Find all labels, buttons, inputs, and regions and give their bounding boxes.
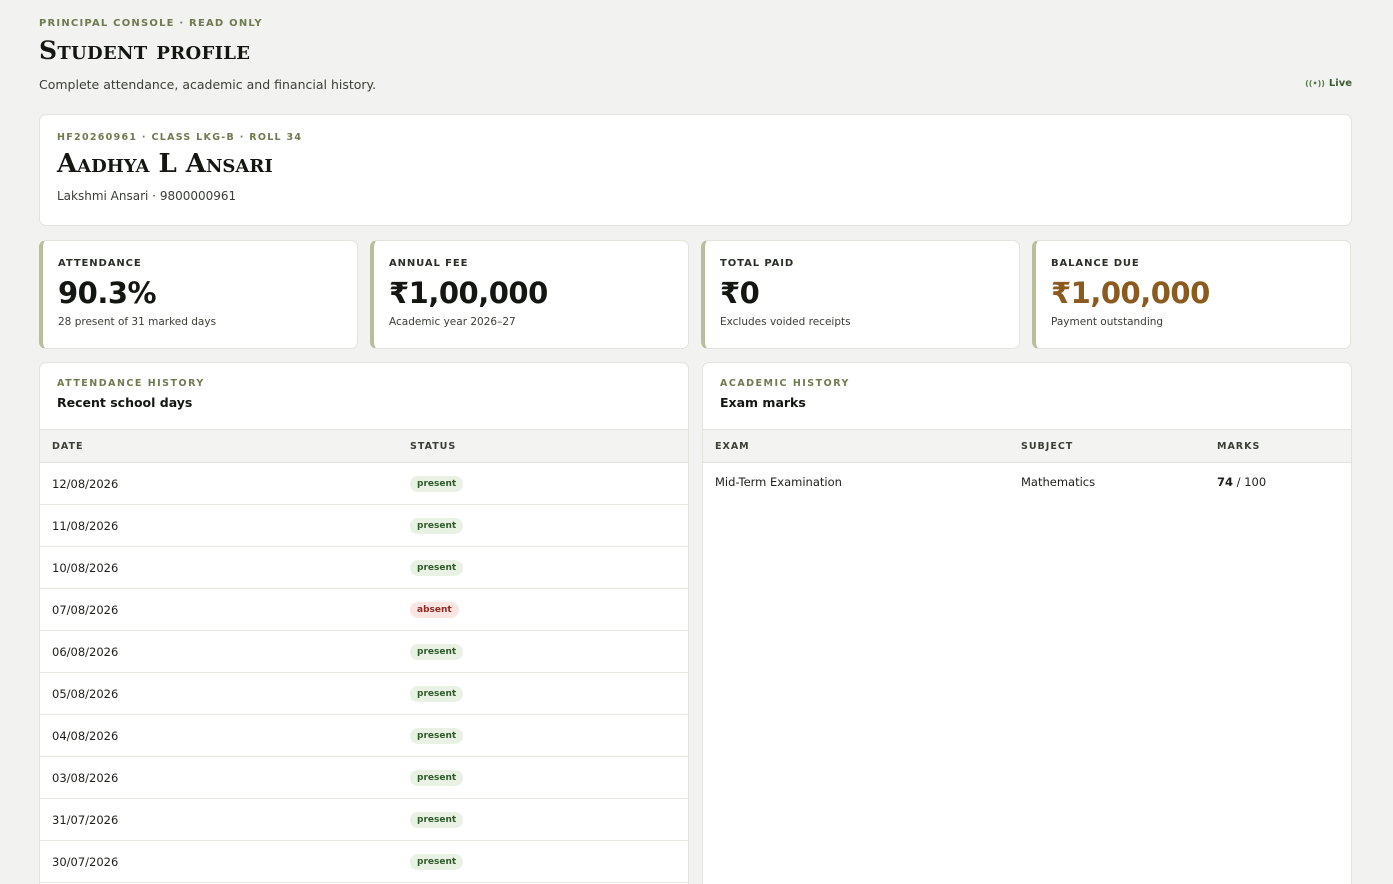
status-badge: present bbox=[410, 476, 464, 492]
live-label: Live bbox=[1328, 78, 1352, 89]
column-header-date: DATE bbox=[40, 429, 398, 463]
stat-total-paid: TOTAL PAID ₹0 Excludes voided receipts bbox=[701, 240, 1020, 349]
stat-label: TOTAL PAID bbox=[720, 258, 795, 269]
table-row: 11/08/2026 present bbox=[40, 504, 688, 547]
student-meta: HF20260961 · CLASS LKG-B · ROLL 34 bbox=[57, 132, 303, 143]
exam-marks-table: EXAM SUBJECT MARKS Mid-Term Examination M… bbox=[703, 429, 1351, 501]
guardian-info: Lakshmi Ansari · 9800000961 bbox=[57, 189, 237, 203]
attendance-date: 10/08/2026 bbox=[40, 546, 398, 589]
status-badge: present bbox=[410, 812, 464, 828]
panel-title: Recent school days bbox=[57, 395, 193, 410]
live-signal-icon: ((•)) bbox=[1305, 79, 1325, 88]
page-subtitle: Complete attendance, academic and financ… bbox=[39, 77, 377, 92]
stat-balance-due: BALANCE DUE ₹1,00,000 Payment outstandin… bbox=[1032, 240, 1351, 349]
table-row: 03/08/2026 present bbox=[40, 756, 688, 799]
exam-subject: Mathematics bbox=[1021, 474, 1096, 489]
panel-eyebrow: ACADEMIC HISTORY bbox=[720, 378, 850, 389]
attendance-date: 30/07/2026 bbox=[40, 840, 398, 883]
table-row: 12/08/2026 present bbox=[40, 462, 688, 505]
table-row: 05/08/2026 present bbox=[40, 672, 688, 715]
status-badge: present bbox=[410, 728, 464, 744]
stat-value: ₹1,00,000 bbox=[1051, 276, 1210, 310]
status-badge: present bbox=[410, 644, 464, 660]
page-title: Student profile bbox=[39, 36, 251, 65]
stat-label: ATTENDANCE bbox=[58, 258, 142, 269]
column-header-subject: SUBJECT bbox=[1009, 429, 1205, 463]
attendance-date: 11/08/2026 bbox=[40, 504, 398, 547]
academic-history-panel: ACADEMIC HISTORY Exam marks EXAM SUBJECT… bbox=[702, 362, 1352, 884]
status-badge: present bbox=[410, 854, 464, 870]
attendance-date: 06/08/2026 bbox=[40, 630, 398, 673]
live-indicator: ((•)) Live bbox=[1305, 78, 1352, 89]
column-header-marks: MARKS bbox=[1205, 429, 1351, 463]
attendance-history-panel: ATTENDANCE HISTORY Recent school days DA… bbox=[39, 362, 689, 884]
attendance-date: 05/08/2026 bbox=[40, 672, 398, 715]
attendance-date: 31/07/2026 bbox=[40, 798, 398, 841]
stat-note: 28 present of 31 marked days bbox=[58, 316, 217, 328]
student-name: Aadhya L Ansari bbox=[57, 149, 273, 179]
stat-note: Excludes voided receipts bbox=[720, 316, 851, 328]
stat-value: ₹1,00,000 bbox=[389, 276, 548, 310]
stat-label: BALANCE DUE bbox=[1051, 258, 1140, 269]
table-row: 04/08/2026 present bbox=[40, 714, 688, 757]
table-row: 30/07/2026 present bbox=[40, 840, 688, 883]
panel-eyebrow: ATTENDANCE HISTORY bbox=[57, 378, 205, 389]
table-row: Mid-Term Examination Mathematics 74 / 100 bbox=[703, 463, 1351, 501]
stat-note: Academic year 2026–27 bbox=[389, 316, 516, 328]
status-badge: present bbox=[410, 560, 464, 576]
panel-title: Exam marks bbox=[720, 395, 806, 410]
table-row: 06/08/2026 present bbox=[40, 630, 688, 673]
stat-value: 90.3% bbox=[58, 276, 157, 310]
attendance-date: 04/08/2026 bbox=[40, 714, 398, 757]
stat-value: ₹0 bbox=[720, 276, 760, 310]
table-row: 07/08/2026 absent bbox=[40, 588, 688, 631]
marks-max: / 100 bbox=[1233, 474, 1267, 489]
attendance-table: DATE STATUS 12/08/2026 present 11/08/2026 p… bbox=[40, 429, 688, 883]
student-card: HF20260961 · CLASS LKG-B · ROLL 34 Aadhy… bbox=[39, 114, 1352, 226]
console-eyebrow: PRINCIPAL CONSOLE · READ ONLY bbox=[39, 18, 263, 29]
status-badge: present bbox=[410, 686, 464, 702]
table-row: 10/08/2026 present bbox=[40, 546, 688, 589]
stat-label: ANNUAL FEE bbox=[389, 258, 469, 269]
column-header-status: STATUS bbox=[398, 429, 688, 463]
status-badge: absent bbox=[410, 602, 459, 618]
stat-annual-fee: ANNUAL FEE ₹1,00,000 Academic year 2026–… bbox=[370, 240, 689, 349]
column-header-exam: EXAM bbox=[703, 429, 1009, 463]
attendance-date: 03/08/2026 bbox=[40, 756, 398, 799]
marks-obtained: 74 bbox=[1217, 474, 1234, 489]
attendance-date: 12/08/2026 bbox=[40, 462, 398, 505]
stat-note: Payment outstanding bbox=[1051, 316, 1164, 328]
exam-name: Mid-Term Examination bbox=[715, 474, 842, 489]
attendance-date: 07/08/2026 bbox=[40, 588, 398, 631]
table-row: 31/07/2026 present bbox=[40, 798, 688, 841]
status-badge: present bbox=[410, 770, 464, 786]
stat-attendance: ATTENDANCE 90.3% 28 present of 31 marked… bbox=[39, 240, 358, 349]
status-badge: present bbox=[410, 518, 464, 534]
exam-marks: 74 / 100 bbox=[1205, 463, 1351, 501]
